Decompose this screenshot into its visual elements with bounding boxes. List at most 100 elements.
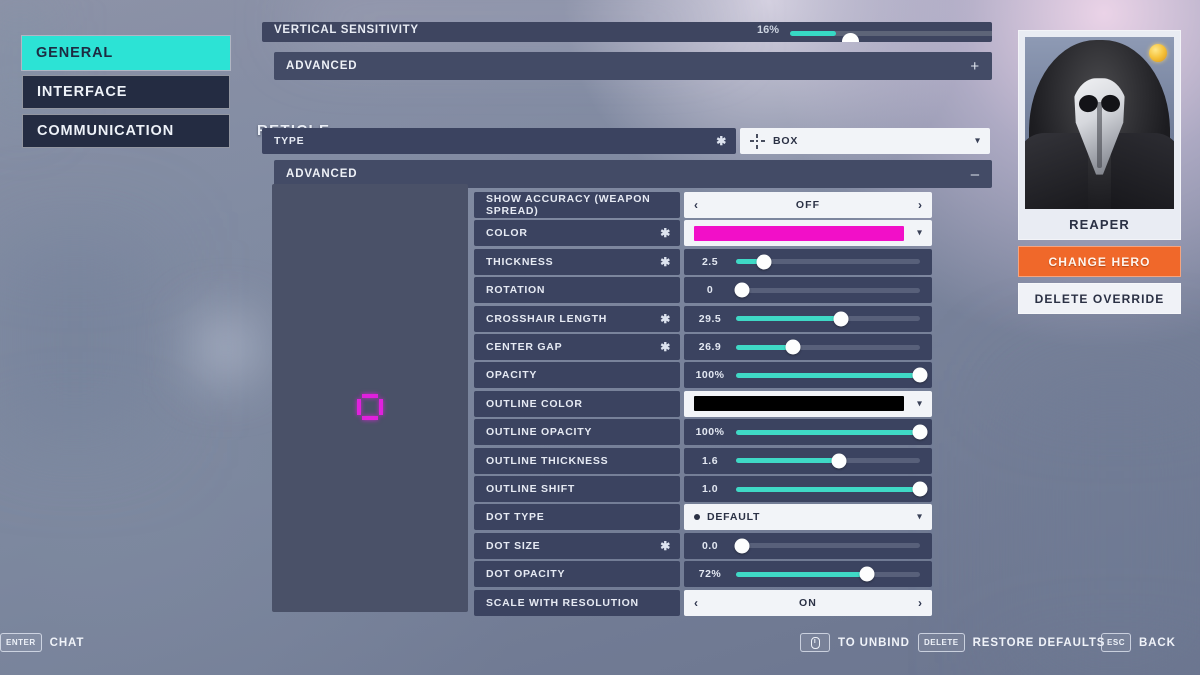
slider-fill [736, 316, 841, 322]
row-dot-type[interactable]: DOT TYPE DEFAULT ▾ [474, 504, 932, 531]
slider-knob[interactable] [756, 254, 772, 270]
chevron-left-icon[interactable]: ‹ [694, 596, 698, 610]
row-crosshair-length[interactable]: CROSSHAIR LENGTH ✱ 29.5 [474, 305, 932, 332]
value-slider[interactable]: 0.0 [684, 532, 932, 559]
chevron-down-icon[interactable]: ▾ [975, 136, 980, 147]
slider-track[interactable] [736, 453, 920, 469]
expand-icon[interactable]: + [970, 59, 980, 74]
footer-hint-bar: ENTER CHAT TO UNBIND DELETE RESTORE DEFA… [0, 633, 1200, 659]
color-picker[interactable]: ▾ [684, 390, 932, 417]
slider-value: 100% [695, 426, 725, 439]
collapse-icon[interactable]: – [971, 167, 980, 182]
chevron-right-icon[interactable]: › [918, 596, 922, 610]
chevron-right-icon[interactable]: › [918, 198, 922, 212]
row-thickness[interactable]: THICKNESS ✱ 2.5 [474, 248, 932, 275]
slider-knob[interactable] [842, 33, 859, 42]
slider-knob[interactable] [734, 282, 750, 298]
sidebar-item-general[interactable]: GENERAL [22, 36, 230, 70]
value-slider[interactable]: 100% [684, 419, 932, 446]
hint-back[interactable]: ESC BACK [1101, 633, 1176, 652]
hint-chat[interactable]: ENTER CHAT [0, 633, 84, 652]
row-dot-opacity[interactable]: DOT OPACITY 72% [474, 561, 932, 588]
chevron-left-icon[interactable]: ‹ [694, 198, 698, 212]
section-advanced-sensitivity[interactable]: ADVANCED + [274, 52, 992, 80]
slider-fill [736, 458, 840, 464]
slider-knob[interactable] [912, 424, 928, 440]
slider-value: 26.9 [698, 341, 722, 353]
color-swatch[interactable] [694, 396, 904, 412]
dropdown-value: DEFAULT [707, 511, 761, 524]
row-label-wrap: OUTLINE OPACITY [474, 419, 680, 446]
hint-label: BACK [1139, 636, 1176, 649]
hint-restore-defaults[interactable]: DELETE RESTORE DEFAULTS [918, 633, 1105, 652]
sidebar-item-communication[interactable]: COMMUNICATION [22, 114, 230, 148]
selector-value: OFF [795, 199, 821, 211]
row-outline-color[interactable]: OUTLINE COLOR ▾ [474, 390, 932, 417]
row-opacity[interactable]: OPACITY 100% [474, 362, 932, 389]
row-outline-opacity[interactable]: OUTLINE OPACITY 100% [474, 419, 932, 446]
row-dot-size[interactable]: DOT SIZE ✱ 0.0 [474, 532, 932, 559]
hero-override-asterisk-icon: ✱ [660, 311, 671, 326]
row-label: OPACITY [486, 369, 538, 382]
slider-knob[interactable] [912, 367, 928, 383]
hint-unbind[interactable]: TO UNBIND [800, 633, 910, 652]
slider-track[interactable] [736, 254, 920, 270]
slider-track[interactable] [736, 481, 928, 497]
row-label: ROTATION [486, 284, 546, 297]
slider-track[interactable] [734, 538, 920, 554]
slider-track[interactable] [734, 282, 920, 298]
value-slider[interactable]: 26.9 [684, 334, 932, 360]
sidebar-item-label: INTERFACE [37, 84, 128, 100]
row-label-wrap: OUTLINE SHIFT [474, 476, 680, 502]
row-center-gap[interactable]: CENTER GAP ✱ 26.9 [474, 334, 932, 360]
slider-knob[interactable] [859, 566, 875, 582]
change-hero-button[interactable]: CHANGE HERO [1018, 246, 1181, 277]
row-reticle-type[interactable]: TYPE ✱ BOX ▾ [262, 128, 990, 154]
row-outline-shift[interactable]: OUTLINE SHIFT 1.0 [474, 476, 932, 502]
chevron-down-icon[interactable]: ▾ [917, 512, 922, 523]
value-slider[interactable]: 72% [684, 561, 932, 588]
color-picker[interactable]: ▾ [684, 220, 932, 247]
value-slider[interactable]: 2.5 [684, 248, 932, 275]
delete-override-button[interactable]: DELETE OVERRIDE [1018, 283, 1181, 314]
dot-type-dropdown[interactable]: DEFAULT ▾ [684, 504, 932, 531]
reticle-type-dropdown[interactable]: BOX ▾ [740, 128, 990, 154]
slider-track[interactable] [736, 311, 920, 327]
settings-panel: VERTICAL SENSITIVITY 16% ADVANCED + RETI… [257, 22, 1000, 616]
value-slider[interactable]: 29.5 [684, 305, 932, 332]
slider-knob[interactable] [912, 481, 928, 497]
chevron-down-icon[interactable]: ▾ [917, 398, 922, 409]
row-outline-thickness[interactable]: OUTLINE THICKNESS 1.6 [474, 447, 932, 474]
row-value: 16% [757, 24, 780, 36]
chevron-down-icon[interactable]: ▾ [917, 228, 922, 239]
slider-value: 100% [695, 369, 725, 382]
row-color[interactable]: COLOR ✱ ▾ [474, 220, 932, 247]
slider-track[interactable] [736, 566, 920, 582]
sidebar-item-interface[interactable]: INTERFACE [22, 75, 230, 109]
row-label: SCALE WITH RESOLUTION [486, 596, 639, 609]
selector-value: ON [799, 596, 817, 609]
hero-card[interactable]: REAPER [1018, 30, 1181, 240]
toggle-selector[interactable]: ‹ OFF › [684, 192, 932, 218]
value-slider[interactable]: 100% [684, 362, 932, 389]
slider-track[interactable] [736, 367, 928, 383]
slider-track[interactable] [736, 339, 920, 355]
slider-knob[interactable] [831, 453, 847, 469]
color-swatch[interactable] [694, 225, 904, 241]
slider-track[interactable] [736, 424, 928, 440]
row-rotation[interactable]: ROTATION 0 [474, 277, 932, 304]
sidebar-item-label: COMMUNICATION [37, 123, 175, 139]
value-slider[interactable]: 1.6 [684, 447, 932, 474]
slider-knob[interactable] [833, 311, 849, 327]
slider-fill [736, 344, 794, 350]
row-show-accuracy-weapon-spread[interactable]: SHOW ACCURACY (WEAPON SPREAD) ‹ OFF › [474, 192, 932, 218]
slider-knob[interactable] [734, 538, 750, 554]
slider-knob[interactable] [785, 339, 801, 355]
slider-track[interactable] [790, 31, 992, 42]
toggle-selector[interactable]: ‹ ON › [684, 589, 932, 616]
value-slider[interactable]: 0 [684, 277, 932, 304]
key-esc: ESC [1101, 633, 1131, 652]
row-scale-with-resolution[interactable]: SCALE WITH RESOLUTION ‹ ON › [474, 589, 932, 616]
value-slider[interactable]: 1.0 [684, 476, 932, 502]
row-vertical-sensitivity[interactable]: VERTICAL SENSITIVITY 16% [262, 22, 992, 42]
